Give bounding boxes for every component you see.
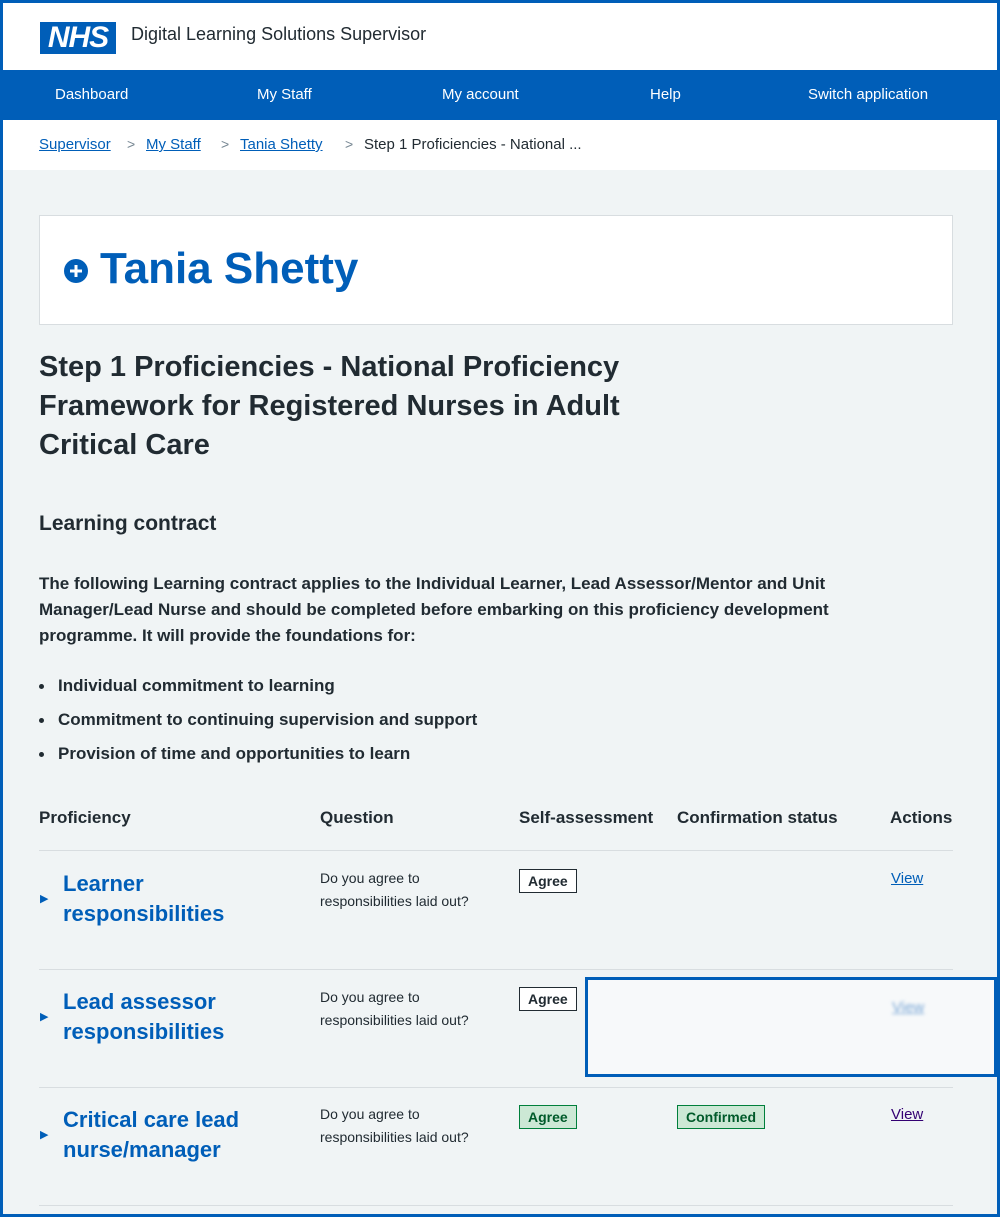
staff-name: Tania Shetty	[100, 244, 359, 293]
page-title: Step 1 Proficiencies - National Proficie…	[39, 351, 620, 461]
triangle-right-icon[interactable]: ▶	[40, 1128, 48, 1141]
question-text: Do you agree to responsibilities laid ou…	[320, 989, 469, 1028]
column-header-self-assessment: Self-assessment	[519, 808, 654, 827]
service-name[interactable]: Digital Learning Solutions Supervisor	[131, 24, 426, 45]
nav-item-help[interactable]: Help	[650, 86, 681, 103]
question-text: Do you agree to responsibilities laid ou…	[320, 1106, 469, 1145]
proficiency-link[interactable]: Critical care lead nurse/manager	[63, 1105, 283, 1165]
nav-item-my-staff[interactable]: My Staff	[257, 86, 312, 103]
chevron-right-icon: >	[127, 136, 136, 152]
column-header-question: Question	[320, 808, 394, 827]
confirmation-status-tag: Confirmed	[677, 1105, 765, 1129]
column-header-proficiency: Proficiency	[39, 808, 131, 827]
nhs-logo[interactable]: NHS	[40, 22, 116, 54]
proficiency-link[interactable]: Lead assessor responsibilities	[63, 987, 283, 1047]
self-assessment-tag: Agree	[519, 987, 577, 1011]
divider	[39, 969, 953, 970]
divider	[39, 850, 953, 851]
highlight-overlay: View	[585, 977, 997, 1077]
breadcrumb-link-tania-shetty[interactable]: Tania Shetty	[240, 136, 323, 153]
breadcrumb: Supervisor > My Staff > Tania Shetty > S…	[3, 120, 997, 170]
column-header-actions: Actions	[890, 808, 953, 827]
list-item: Provision of time and opportunities to l…	[39, 742, 477, 776]
proficiency-link[interactable]: Learner responsibilities	[63, 869, 283, 929]
list-item: Commitment to continuing supervision and…	[39, 708, 477, 742]
nav-item-my-account[interactable]: My account	[442, 86, 519, 103]
nav-item-switch-application[interactable]: Switch application	[808, 86, 928, 103]
site-header: NHS Digital Learning Solutions Superviso…	[3, 3, 997, 70]
divider	[39, 1205, 953, 1206]
list-item: Individual commitment to learning	[39, 674, 477, 708]
intro-text: The following Learning contract applies …	[39, 574, 829, 645]
view-link[interactable]: View	[891, 870, 923, 887]
column-header-confirmation-status: Confirmation status	[677, 808, 838, 827]
main-nav: Dashboard My Staff My account Help Switc…	[3, 70, 997, 120]
question-text: Do you agree to responsibilities laid ou…	[320, 870, 469, 909]
view-link[interactable]: View	[891, 1106, 923, 1123]
triangle-right-icon[interactable]: ▶	[40, 1010, 48, 1023]
section-title: Learning contract	[39, 512, 217, 535]
nav-item-dashboard[interactable]: Dashboard	[55, 86, 128, 103]
self-assessment-tag: Agree	[519, 1105, 577, 1129]
breadcrumb-link-supervisor[interactable]: Supervisor	[39, 136, 111, 153]
breadcrumb-current: Step 1 Proficiencies - National ...	[364, 136, 582, 153]
staff-name-card: Tania Shetty	[39, 215, 953, 325]
foundations-list: Individual commitment to learning Commit…	[39, 674, 477, 776]
chevron-right-icon: >	[221, 136, 230, 152]
chevron-right-icon: >	[345, 136, 354, 152]
breadcrumb-link-my-staff[interactable]: My Staff	[146, 136, 201, 153]
view-link[interactable]: View	[892, 999, 924, 1016]
plus-circle-icon[interactable]	[64, 259, 88, 283]
self-assessment-tag: Agree	[519, 869, 577, 893]
triangle-right-icon[interactable]: ▶	[40, 892, 48, 905]
divider	[39, 1087, 953, 1088]
